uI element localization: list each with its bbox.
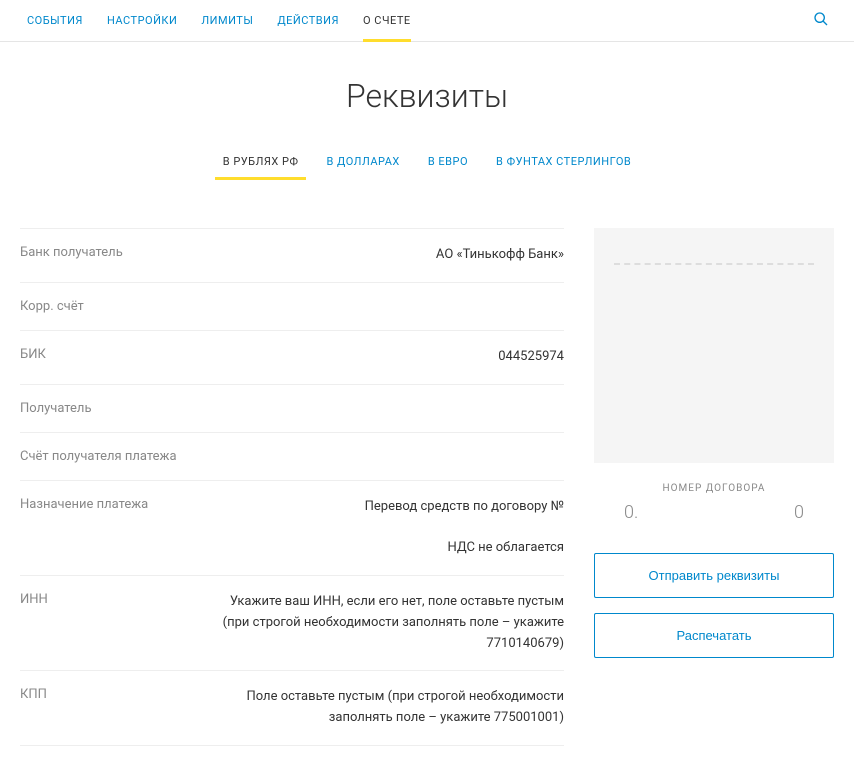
tab-about-account[interactable]: О СЧЕТЕ <box>351 0 423 41</box>
row-bank: Банк получатель АО «Тинькофф Банк» <box>20 228 564 283</box>
preview-line <box>614 263 814 265</box>
label-kpp: КПП <box>20 687 210 702</box>
label-recipient: Получатель <box>20 401 210 416</box>
row-recipient-account: Счёт получателя платежа <box>20 433 564 481</box>
requisites-table: Банк получатель АО «Тинькофф Банк» Корр.… <box>20 228 564 746</box>
value-bic: 044525974 <box>210 347 564 368</box>
contract-number-label: НОМЕР ДОГОВОРА <box>594 483 834 494</box>
row-purpose: Назначение платежа Перевод средств по до… <box>20 481 564 576</box>
label-bank: Банк получатель <box>20 245 210 260</box>
label-corr-account: Корр. счёт <box>20 299 210 314</box>
search-icon[interactable] <box>803 1 839 41</box>
tab-actions[interactable]: ДЕЙСТВИЯ <box>265 0 351 41</box>
subtab-usd[interactable]: В ДОЛЛАРАХ <box>312 145 413 178</box>
document-preview <box>594 228 834 463</box>
send-requisites-button[interactable]: Отправить реквизиты <box>594 553 834 598</box>
row-bic: БИК 044525974 <box>20 331 564 385</box>
value-bank: АО «Тинькофф Банк» <box>210 245 564 266</box>
print-button[interactable]: Распечатать <box>594 613 834 658</box>
row-recipient: Получатель <box>20 385 564 433</box>
label-inn: ИНН <box>20 592 210 607</box>
subtab-eur[interactable]: В ЕВРО <box>414 145 482 178</box>
row-corr-account: Корр. счёт <box>20 283 564 331</box>
tab-limits[interactable]: ЛИМИТЫ <box>189 0 265 41</box>
label-purpose: Назначение платежа <box>20 497 210 512</box>
subtab-rub[interactable]: В РУБЛЯХ РФ <box>209 145 313 178</box>
contract-number-left: 0. <box>624 502 638 523</box>
sidebar: НОМЕР ДОГОВОРА 0. 0 Отправить реквизиты … <box>594 228 834 673</box>
label-bic: БИК <box>20 347 210 362</box>
value-inn: Укажите ваш ИНН, если его нет, поле оста… <box>210 592 564 654</box>
row-kpp: КПП Поле оставьте пустым (при строгой не… <box>20 671 564 746</box>
top-nav: СОБЫТИЯ НАСТРОЙКИ ЛИМИТЫ ДЕЙСТВИЯ О СЧЕТ… <box>0 0 854 42</box>
row-inn: ИНН Укажите ваш ИНН, если его нет, поле … <box>20 576 564 671</box>
subtab-gbp[interactable]: В ФУНТАХ СТЕРЛИНГОВ <box>482 145 645 178</box>
contract-number-value: 0. 0 <box>594 502 834 523</box>
page-title: Реквизиты <box>20 77 834 115</box>
tab-events[interactable]: СОБЫТИЯ <box>15 0 95 41</box>
tab-settings[interactable]: НАСТРОЙКИ <box>95 0 189 41</box>
label-recipient-account: Счёт получателя платежа <box>20 449 210 464</box>
value-purpose: Перевод средств по договору № НДС не обл… <box>210 497 564 559</box>
value-kpp: Поле оставьте пустым (при строгой необхо… <box>210 687 564 729</box>
currency-nav: В РУБЛЯХ РФ В ДОЛЛАРАХ В ЕВРО В ФУНТАХ С… <box>20 145 834 178</box>
contract-number-right: 0 <box>794 502 804 523</box>
